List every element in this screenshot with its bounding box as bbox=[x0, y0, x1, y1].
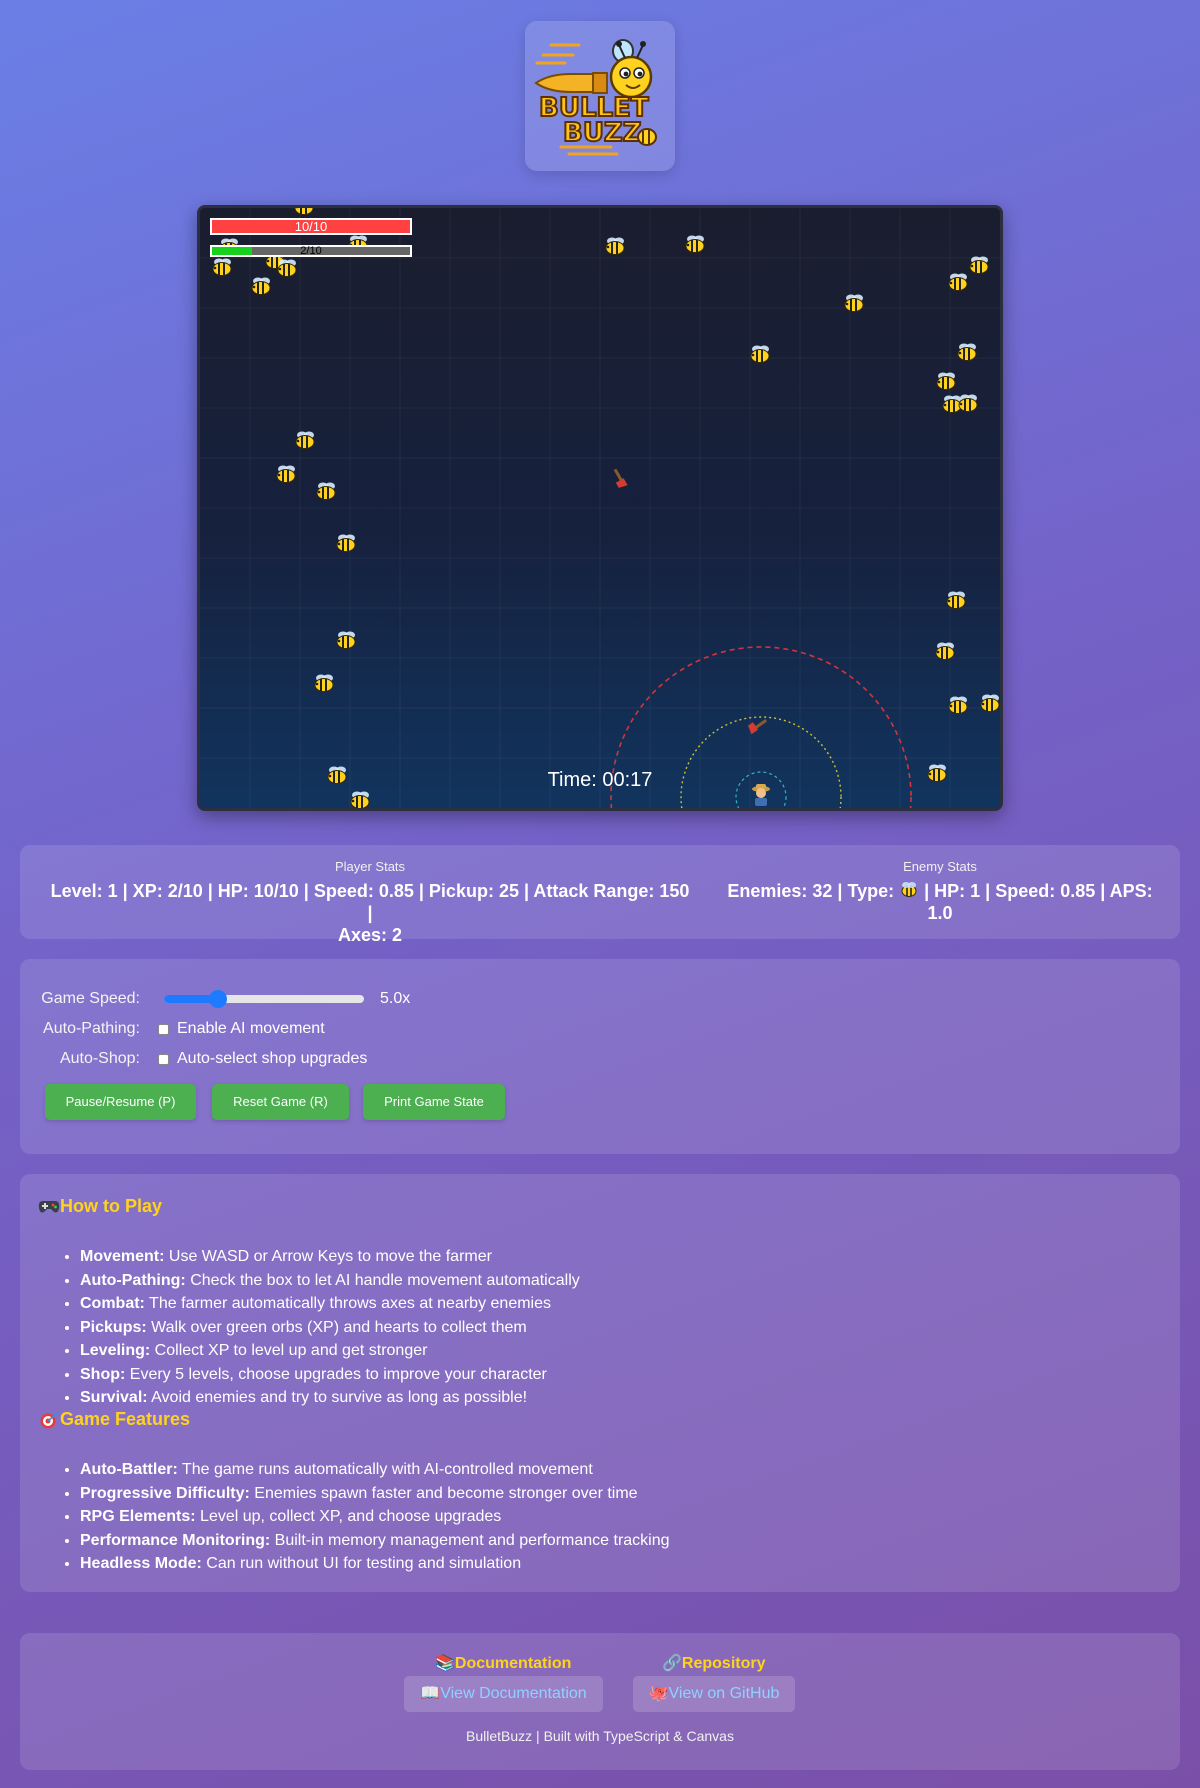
list-item: Combat: The farmer automatically throws … bbox=[80, 1292, 580, 1316]
hp-bar: 10/10 bbox=[210, 218, 412, 235]
xp-text: 2/10 bbox=[300, 245, 322, 257]
bee-icon bbox=[948, 696, 968, 714]
enemy-stats: Enemy Stats Enemies: 32 | Type: | HP: 1 … bbox=[720, 859, 1160, 924]
view-documentation-link[interactable]: 📖View Documentation bbox=[404, 1676, 603, 1712]
bee-icon bbox=[969, 256, 989, 274]
logo-text-line2: BUZZ bbox=[563, 118, 642, 148]
bee-icon bbox=[957, 343, 977, 361]
player-stats-line: Axes: 2 bbox=[337, 925, 403, 945]
target-icon bbox=[40, 1411, 58, 1428]
game-speed-slider[interactable] bbox=[164, 990, 364, 1008]
bee-icon bbox=[336, 534, 356, 552]
bee-icon bbox=[350, 791, 370, 808]
bee-icon bbox=[935, 642, 955, 660]
footer-note: BulletBuzz | Built with TypeScript & Can… bbox=[466, 1728, 734, 1744]
bee-icon bbox=[212, 258, 232, 276]
how-to-play-title: How to Play bbox=[60, 1196, 163, 1216]
auto-shop-checkbox[interactable] bbox=[158, 1053, 169, 1065]
view-on-github-link[interactable]: 🐙View on GitHub bbox=[633, 1676, 795, 1712]
bulletbuzz-logo: BULLET BUZZ bbox=[534, 39, 657, 156]
bee-icon bbox=[316, 482, 336, 500]
auto-shop-label: Auto-Shop: bbox=[59, 1050, 140, 1067]
enemy-stats-line: Enemies: 32 | Type: | HP: 1 | Speed: 0.8… bbox=[720, 880, 1160, 902]
auto-shop-option[interactable]: Auto-select shop upgrades bbox=[177, 1050, 367, 1068]
player-stats-title: Player Stats bbox=[334, 859, 406, 874]
open-book-icon: 📖 bbox=[420, 1685, 441, 1702]
hp-text: 10/10 bbox=[294, 219, 328, 234]
game-field bbox=[200, 208, 1000, 808]
bee-icon bbox=[901, 882, 917, 897]
bee-icon bbox=[936, 372, 956, 390]
bee-icon bbox=[958, 394, 978, 412]
list-item: Shop: Every 5 levels, choose upgrades to… bbox=[80, 1363, 580, 1387]
bee-icon bbox=[844, 294, 864, 312]
auto-pathing-row: Auto-Pathing: Enable AI movement bbox=[20, 1017, 325, 1041]
bee-icon bbox=[336, 631, 356, 649]
stats-panel: Player Stats Level: 1 | XP: 2/10 | HP: 1… bbox=[20, 845, 1180, 945]
bee-icon bbox=[294, 208, 314, 215]
game-features-title: Game Features bbox=[60, 1409, 191, 1429]
enemy-stats-text: | HP: 1 | Speed: 0.85 | APS: bbox=[919, 881, 1153, 901]
list-item: RPG Elements: Level up, collect XP, and … bbox=[80, 1505, 670, 1529]
bee-icon bbox=[750, 345, 770, 363]
pause-resume-button[interactable]: Pause/Resume (P) bbox=[45, 1084, 196, 1120]
controls-panel: Game Speed: 5.0x Auto-Pathing: Enable AI… bbox=[20, 959, 1180, 1154]
logo-card: BULLET BUZZ bbox=[525, 21, 675, 171]
list-item: Survival: Avoid enemies and try to survi… bbox=[80, 1386, 580, 1410]
repository-heading: 🔗Repository bbox=[662, 1655, 766, 1672]
bee-icon bbox=[295, 431, 315, 449]
documentation-heading: 📚Documentation bbox=[435, 1655, 572, 1672]
how-to-play-heading: How to Play bbox=[38, 1196, 162, 1217]
auto-pathing-option[interactable]: Enable AI movement bbox=[177, 1020, 325, 1038]
footer-panel: 📚Documentation 🔗Repository 📖View Documen… bbox=[20, 1633, 1180, 1770]
game-speed-value: 5.0x bbox=[380, 990, 411, 1007]
books-icon: 📚 bbox=[435, 1655, 455, 1672]
game-speed-slider-thumb[interactable] bbox=[209, 990, 227, 1008]
auto-pathing-checkbox[interactable] bbox=[158, 1023, 169, 1035]
info-panel: How to Play Movement: Use WASD or Arrow … bbox=[20, 1174, 1180, 1592]
game-canvas[interactable]: 10/10 2/10 Time: 00:17 bbox=[197, 205, 1003, 811]
game-features-heading: Game Features bbox=[38, 1409, 190, 1430]
game-speed-label: Game Speed: bbox=[41, 990, 140, 1007]
bee-icon bbox=[314, 674, 334, 692]
enemy-stats-text: Enemies: 32 | Type: bbox=[727, 881, 900, 901]
list-item: Performance Monitoring: Built-in memory … bbox=[80, 1529, 670, 1553]
bee-icon bbox=[685, 235, 705, 253]
link-icon: 🔗 bbox=[662, 1655, 682, 1672]
bee-icon bbox=[948, 273, 968, 291]
bee-icon bbox=[980, 694, 1000, 712]
print-game-state-button[interactable]: Print Game State bbox=[363, 1084, 505, 1120]
how-to-play-list: Movement: Use WASD or Arrow Keys to move… bbox=[80, 1245, 580, 1410]
list-item: Auto-Pathing: Check the box to let AI ha… bbox=[80, 1269, 580, 1293]
bee-icon bbox=[946, 591, 966, 609]
game-timer: Time: 00:17 bbox=[547, 769, 653, 791]
bee-icon bbox=[251, 277, 271, 295]
list-item: Pickups: Walk over green orbs (XP) and h… bbox=[80, 1316, 580, 1340]
octopus-icon: 🐙 bbox=[648, 1685, 669, 1702]
auto-shop-row: Auto-Shop: Auto-select shop upgrades bbox=[20, 1047, 367, 1071]
list-item: Auto-Battler: The game runs automaticall… bbox=[80, 1458, 670, 1482]
bee-icon bbox=[942, 395, 962, 413]
reset-game-button[interactable]: Reset Game (R) bbox=[212, 1084, 349, 1120]
list-item: Headless Mode: Can run without UI for te… bbox=[80, 1552, 670, 1576]
player-stats-line: Level: 1 | XP: 2/10 | HP: 10/10 | Speed:… bbox=[50, 881, 690, 923]
bee-icon bbox=[276, 465, 296, 483]
player-stats: Player Stats Level: 1 | XP: 2/10 | HP: 1… bbox=[50, 859, 690, 946]
xp-bar-fill bbox=[212, 247, 252, 255]
game-speed-row: Game Speed: 5.0x bbox=[20, 987, 410, 1011]
xp-bar: 2/10 bbox=[210, 245, 412, 257]
enemy-stats-line: 1.0 bbox=[927, 903, 953, 923]
enemy-stats-title: Enemy Stats bbox=[903, 859, 977, 874]
bee-icon bbox=[277, 259, 297, 277]
list-item: Progressive Difficulty: Enemies spawn fa… bbox=[80, 1482, 670, 1506]
auto-pathing-label: Auto-Pathing: bbox=[43, 1020, 140, 1037]
game-features-list: Auto-Battler: The game runs automaticall… bbox=[80, 1458, 670, 1576]
axe-icon bbox=[613, 468, 628, 488]
gamepad-icon bbox=[38, 1200, 60, 1212]
bee-icon bbox=[605, 237, 625, 255]
list-item: Leveling: Collect XP to level up and get… bbox=[80, 1339, 580, 1363]
list-item: Movement: Use WASD or Arrow Keys to move… bbox=[80, 1245, 580, 1269]
